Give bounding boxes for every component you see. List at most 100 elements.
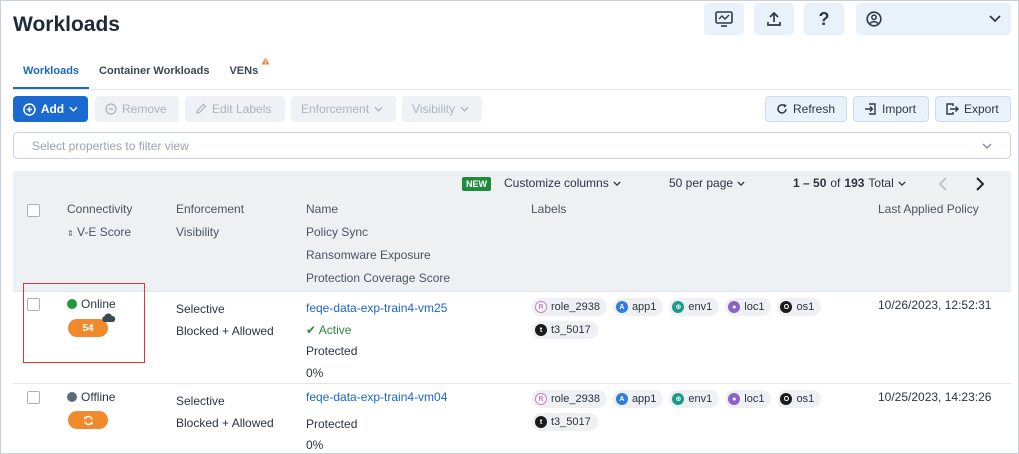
ransomware-exposure-value: Protected (306, 344, 358, 358)
tab-vens[interactable]: VENs (219, 57, 270, 89)
tag-icon: t (535, 416, 547, 428)
customize-columns-button[interactable]: Customize columns (504, 176, 621, 190)
label-chip-loc[interactable]: ● loc1 (725, 390, 772, 408)
row-checkbox[interactable] (27, 391, 40, 404)
last-applied-policy-value: 10/25/2023, 14:23:26 (878, 390, 992, 404)
pencil-icon (196, 103, 207, 114)
chevron-down-icon (737, 180, 745, 186)
location-icon: ● (728, 393, 741, 405)
protection-coverage-value: 0% (306, 365, 324, 380)
col-last-applied-policy[interactable]: Last Applied Policy (878, 198, 979, 221)
last-applied-policy-value: 10/26/2023, 12:52:31 (878, 298, 992, 312)
user-menu-button[interactable] (856, 3, 1011, 35)
env-icon: ⊕ (672, 301, 685, 313)
label-chip-env[interactable]: ⊕ env1 (669, 390, 720, 408)
ve-score-refresh-badge[interactable] (68, 411, 108, 429)
label-chip-loc[interactable]: ● loc1 (725, 298, 772, 316)
sort-icon: ⇕ (67, 229, 74, 238)
row-divider (13, 291, 1011, 292)
chevron-down-icon (460, 106, 469, 112)
pagination-range[interactable]: 1 – 50 of 193 Total (793, 176, 906, 190)
visibility-value: Blocked + Allowed (176, 324, 274, 338)
select-all-checkbox[interactable] (27, 204, 40, 217)
edit-labels-button[interactable]: Edit Labels (185, 96, 285, 122)
export-button[interactable]: Export (935, 96, 1011, 122)
import-icon (865, 103, 876, 115)
help-icon: ? (818, 8, 830, 29)
label-chip-os[interactable]: Oos1 (777, 298, 822, 316)
col-labels[interactable]: Labels (531, 198, 566, 221)
row-divider (13, 383, 1011, 384)
labels-cell: Rrole_2938 Aapp1 ⊕ env1 ● loc1 Oos1 t t3_50… (532, 390, 867, 431)
tab-container-workloads[interactable]: Container Workloads (89, 57, 219, 89)
user-avatar-icon (866, 11, 882, 27)
refresh-icon (777, 103, 787, 114)
enforcement-value: Selective (176, 394, 225, 408)
label-chip-app[interactable]: Aapp1 (612, 298, 664, 316)
monitor-button[interactable] (704, 3, 744, 35)
minus-circle-icon (105, 103, 117, 115)
chevron-down-icon (613, 180, 621, 186)
role-icon: R (535, 393, 547, 405)
offline-status-dot (67, 392, 77, 402)
grid-column-header (13, 199, 1011, 291)
connectivity-status: Offline (67, 390, 115, 404)
os-icon: O (780, 301, 793, 313)
policy-sync-status: ✔ Active (306, 322, 352, 337)
filter-placeholder: Select properties to filter view (32, 138, 189, 153)
label-chip-role[interactable]: Rrole_2938 (532, 298, 607, 316)
filter-input[interactable]: Select properties to filter view (13, 132, 1011, 159)
app-icon: A (615, 301, 628, 313)
visibility-dropdown[interactable]: Visibility (402, 96, 482, 122)
col-policy-sync[interactable]: Policy Sync (306, 221, 450, 244)
remove-button[interactable]: Remove (95, 96, 179, 122)
visibility-value: Blocked + Allowed (176, 416, 274, 430)
refresh-button[interactable]: Refresh (765, 96, 847, 122)
chevron-down-icon (898, 180, 906, 186)
workload-name-link[interactable]: feqe-data-exp-train4-vm25 (306, 298, 447, 320)
per-page-dropdown[interactable]: 50 per page (669, 176, 745, 190)
new-badge: NEW (462, 177, 491, 191)
monitor-icon (715, 11, 733, 27)
chevron-right-icon (976, 177, 985, 191)
col-name[interactable]: Name (306, 198, 450, 221)
chevron-down-icon (989, 15, 1001, 23)
col-enforcement[interactable]: Enforcement (176, 198, 244, 221)
import-button[interactable]: Import (853, 96, 929, 122)
upload-button[interactable] (754, 3, 794, 35)
add-button[interactable]: Add (13, 96, 88, 122)
label-chip-env[interactable]: ⊕ env1 (669, 298, 720, 316)
tag-icon: t (535, 324, 547, 336)
col-visibility[interactable]: Visibility (176, 221, 244, 244)
role-icon: R (535, 301, 547, 313)
enforcement-dropdown[interactable]: Enforcement (291, 96, 396, 122)
labels-cell: Rrole_2938 Aapp1 ⊕ env1 ● loc1 Oos1 t t3_50… (532, 298, 867, 339)
enforcement-value: Selective (176, 302, 225, 316)
label-chip-app[interactable]: Aapp1 (612, 390, 664, 408)
col-ransomware-exposure[interactable]: Ransomware Exposure (306, 244, 450, 267)
help-button[interactable]: ? (804, 3, 844, 35)
col-ve-score[interactable]: ⇕ V-E Score (67, 221, 132, 245)
upload-icon (767, 11, 781, 26)
previous-page-button[interactable] (938, 177, 948, 196)
tab-bar: Workloads Container Workloads VENs (13, 57, 270, 89)
label-chip-role[interactable]: Rrole_2938 (532, 390, 607, 408)
col-connectivity[interactable]: Connectivity (67, 198, 132, 221)
location-icon: ● (728, 301, 741, 313)
label-chip-os[interactable]: Oos1 (777, 390, 822, 408)
col-protection-coverage[interactable]: Protection Coverage Score (306, 267, 450, 290)
next-page-button[interactable] (975, 177, 985, 196)
label-chip-t[interactable]: t t3_5017 (532, 413, 598, 431)
chevron-down-icon (69, 106, 78, 112)
page-title: Workloads (13, 13, 120, 36)
app-icon: A (615, 393, 628, 405)
chevron-down-icon[interactable] (982, 143, 992, 149)
label-chip-t[interactable]: t t3_5017 (532, 321, 598, 339)
protection-coverage-value: 0% (306, 438, 324, 452)
chevron-down-icon (374, 106, 383, 112)
ransomware-exposure-value: Protected (306, 417, 358, 431)
tabs-divider (13, 89, 1012, 90)
warning-icon (261, 57, 270, 65)
tab-workloads[interactable]: Workloads (13, 57, 90, 89)
workload-name-link[interactable]: feqe-data-exp-train4-vm04 (306, 390, 447, 404)
